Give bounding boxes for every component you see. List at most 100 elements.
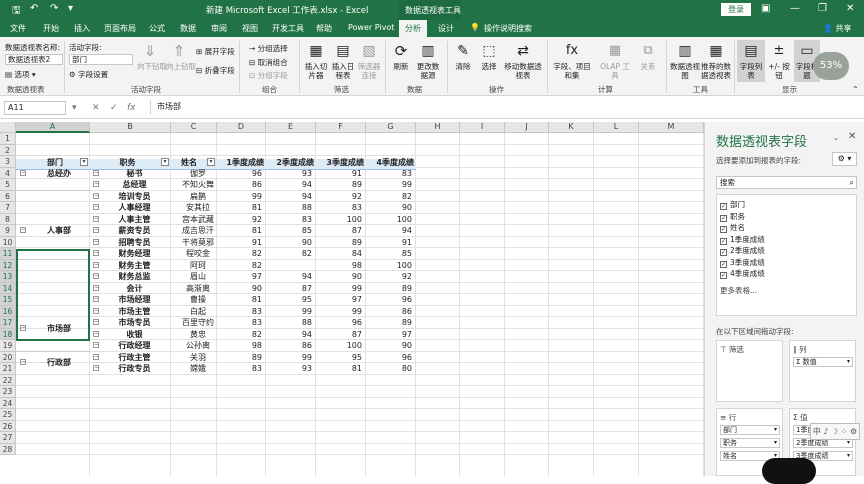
clear-button[interactable]: ✎ 清除 <box>452 42 474 71</box>
tab-power-pivot[interactable]: Power Pivot <box>348 23 394 32</box>
formula-input[interactable]: 市场部 <box>150 100 860 115</box>
collapse-title-button[interactable]: − <box>93 330 99 337</box>
title-cell[interactable]: 人事主管 <box>100 214 169 226</box>
column-header-k[interactable]: K <box>549 122 594 133</box>
enter-icon[interactable]: ✓ <box>110 103 118 113</box>
field-item[interactable]: ✓ 4季度成绩 <box>720 268 765 279</box>
row-header-16[interactable]: 16 <box>0 305 16 317</box>
name-cell[interactable]: 高渐离 <box>181 283 215 295</box>
insert-timeline-button[interactable]: ▤ 插入日程表 <box>330 42 356 80</box>
collapse-dept-button[interactable]: − <box>20 169 26 176</box>
collapse-ribbon-icon[interactable]: ⌃ <box>852 85 859 94</box>
title-cell[interactable]: 财务经理 <box>100 248 169 260</box>
field-search-input[interactable]: 搜索 ⌕ <box>716 176 857 189</box>
collapse-title-button[interactable]: − <box>93 365 99 371</box>
select-button[interactable]: ⬚ 选择 <box>478 42 500 71</box>
undo-icon[interactable]: ↶ <box>30 3 38 14</box>
score-cell[interactable]: 89 <box>366 283 412 295</box>
title-cell[interactable]: 薪资专员 <box>100 225 169 237</box>
collapse-field-button[interactable]: ⊟ 折叠字段 <box>196 65 235 76</box>
name-cell[interactable]: 曹操 <box>181 294 215 306</box>
score-cell[interactable]: 97 <box>316 294 362 306</box>
save-icon[interactable]: 🖫 <box>12 3 21 20</box>
column-header-d[interactable]: D <box>217 122 266 133</box>
row-header-27[interactable]: 27 <box>0 432 16 444</box>
score-cell[interactable]: 83 <box>266 214 312 226</box>
checkbox-checked[interactable]: ✓ <box>720 237 727 245</box>
score-cell[interactable]: 97 <box>217 271 262 283</box>
score-cell[interactable]: 83 <box>316 202 362 214</box>
score-cell[interactable]: 82 <box>266 248 312 260</box>
tab-insert[interactable]: 插入 <box>74 23 90 34</box>
filter-dropdown-dept[interactable]: ▾ <box>80 157 88 166</box>
score-cell[interactable]: 90 <box>217 283 262 295</box>
name-cell[interactable]: 伽罗 <box>181 168 215 180</box>
tab-file[interactable]: 文件 <box>10 23 26 34</box>
score-cell[interactable]: 96 <box>366 352 412 364</box>
name-cell[interactable]: 扁鹊 <box>181 191 215 203</box>
score-cell[interactable]: 99 <box>217 191 262 203</box>
title-cell[interactable]: 行政经理 <box>100 340 169 352</box>
tab-page-layout[interactable]: 页面布局 <box>104 23 136 34</box>
score-cell[interactable]: 83 <box>217 306 262 318</box>
score-cell[interactable]: 90 <box>366 340 412 352</box>
collapse-title-button[interactable]: − <box>93 204 99 210</box>
title-cell[interactable]: 招聘专员 <box>100 237 169 249</box>
filter-connections-button[interactable]: ▧ 筛选器连接 <box>357 42 381 80</box>
collapse-title-button[interactable]: − <box>93 181 99 187</box>
name-cell[interactable]: 阿珂 <box>181 260 215 272</box>
pane-options-icon[interactable]: ⌄ <box>833 133 839 142</box>
close-icon[interactable]: ✕ <box>846 3 854 14</box>
checkbox-checked[interactable]: ✓ <box>720 214 727 222</box>
group-field-button[interactable]: ⊡ 分组字段 <box>249 70 288 81</box>
score-cell[interactable]: 91 <box>316 168 362 180</box>
score-cell[interactable]: 96 <box>217 168 262 180</box>
tab-view[interactable]: 视图 <box>242 23 258 34</box>
collapse-title-button[interactable]: − <box>93 342 99 348</box>
score-cell[interactable]: 98 <box>316 260 362 272</box>
collapse-title-button[interactable]: − <box>93 227 99 233</box>
row-header-4[interactable]: 4 <box>0 167 16 179</box>
filter-dropdown-title[interactable]: ▾ <box>161 157 169 166</box>
row-header-5[interactable]: 5 <box>0 179 16 191</box>
expand-field-button[interactable]: ⊞ 展开字段 <box>196 46 235 57</box>
row-header-2[interactable]: 2 <box>0 144 16 156</box>
row-header-22[interactable]: 22 <box>0 374 16 386</box>
title-cell[interactable]: 市场专员 <box>100 317 169 329</box>
group-selection-button[interactable]: → 分组选择 <box>249 43 288 54</box>
score-cell[interactable]: 92 <box>217 214 262 226</box>
row-header-10[interactable]: 10 <box>0 236 16 248</box>
name-box[interactable]: A11 <box>4 101 66 115</box>
score-cell[interactable]: 82 <box>217 329 262 341</box>
collapse-title-button[interactable]: − <box>93 307 99 314</box>
filter-area[interactable]: ⊤ 筛选 <box>716 340 783 402</box>
name-cell[interactable]: 程咬金 <box>181 248 215 260</box>
score-cell[interactable]: 87 <box>266 283 312 295</box>
score-cell[interactable]: 90 <box>366 202 412 214</box>
score-cell[interactable]: 99 <box>266 306 312 318</box>
chevron-down-icon[interactable]: ▾ <box>847 452 850 460</box>
score-cell[interactable]: 82 <box>217 260 262 272</box>
drill-down-button[interactable]: ⇓ 向下钻取 <box>137 42 167 71</box>
score-cell[interactable]: 86 <box>366 306 412 318</box>
score-cell[interactable]: 92 <box>316 191 362 203</box>
score-cell[interactable]: 83 <box>366 168 412 180</box>
minimize-icon[interactable]: — <box>790 3 800 14</box>
redo-icon[interactable]: ↷ <box>50 3 58 14</box>
title-cell[interactable]: 培训专员 <box>100 191 169 203</box>
score-cell[interactable]: 90 <box>266 237 312 249</box>
score-cell[interactable]: 91 <box>366 237 412 249</box>
row-header-11[interactable]: 11 <box>0 248 16 260</box>
score-cell[interactable]: 91 <box>217 237 262 249</box>
row-header-17[interactable]: 17 <box>0 317 16 329</box>
row-header-6[interactable]: 6 <box>0 190 16 202</box>
name-cell[interactable]: 嫦娥 <box>181 363 215 375</box>
score-cell[interactable]: 88 <box>266 317 312 329</box>
ribbon-display-icon[interactable]: ▣ <box>761 3 770 14</box>
field-item[interactable]: ✓ 职务 <box>720 211 745 222</box>
column-header-g[interactable]: G <box>366 122 416 133</box>
field-list-button[interactable]: ▤ 字段列表 <box>737 40 765 82</box>
name-cell[interactable]: 白起 <box>181 306 215 318</box>
collapse-title-button[interactable]: − <box>93 284 99 291</box>
score-cell[interactable]: 100 <box>316 340 362 352</box>
